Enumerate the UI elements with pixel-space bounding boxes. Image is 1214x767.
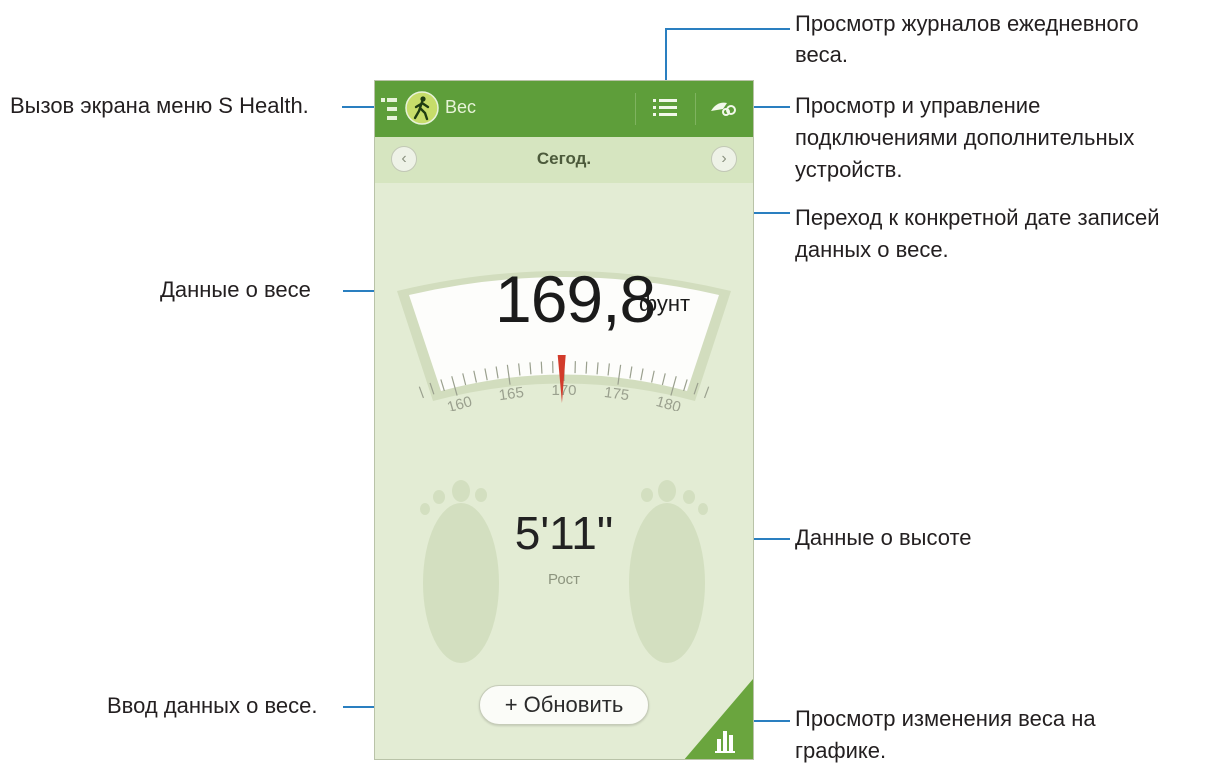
scale-tick-label: 175 [603,384,630,404]
callout-logs-line2: веса. [795,42,849,67]
callout-height-data: Данные о высоте [795,525,972,550]
height-value: 5'11" [514,507,614,559]
accessory-link-icon[interactable] [709,97,739,119]
phone-screen: Вес ‹ Сегод. › 160 165 170 175 180 169,8… [374,80,754,760]
height-label: Рост [547,571,581,588]
scale-tick [418,386,425,399]
callout-logs-line1: Просмотр журналов ежедневного [795,11,1139,36]
date-selector[interactable]: Сегод. [375,149,753,169]
scale-tick-label: 170 [551,382,576,399]
callout-date-line2: данных о весе. [795,237,949,262]
menu-icon[interactable] [381,96,397,122]
callout-weight-data: Данные о весе [160,277,311,302]
weight-unit: фунт [639,291,691,316]
callout-devices-line2: подключениями дополнительных [795,125,1135,150]
app-top-bar: Вес [375,81,753,137]
toolbar-divider [635,93,636,125]
walking-person-icon [405,91,439,125]
toolbar-divider [695,93,696,125]
date-bar: ‹ Сегод. › [375,137,753,183]
list-icon[interactable] [653,97,677,119]
callout-devices-line3: устройств. [795,157,903,182]
graph-button[interactable] [683,679,753,759]
callout-menu: Вызов экрана меню S Health. [10,93,309,118]
callout-graph-line1: Просмотр изменения веса на [795,706,1096,731]
chevron-right-icon[interactable]: › [711,146,737,172]
scale-tick [703,386,710,399]
weight-value: 169,8 [495,262,656,336]
scale-tick-label: 165 [498,384,525,404]
callout-date-line1: Переход к конкретной дате записей [795,205,1160,230]
app-title: Вес [445,97,477,117]
scale-tick [585,361,588,374]
scale-tick [540,361,543,374]
callout-enter-weight: Ввод данных о весе. [107,693,318,718]
callout-graph-line2: графике. [795,738,887,763]
leader-line-logs-h [665,28,790,30]
update-button[interactable]: + Обновить [479,685,649,725]
callout-devices-line1: Просмотр и управление [795,93,1041,118]
